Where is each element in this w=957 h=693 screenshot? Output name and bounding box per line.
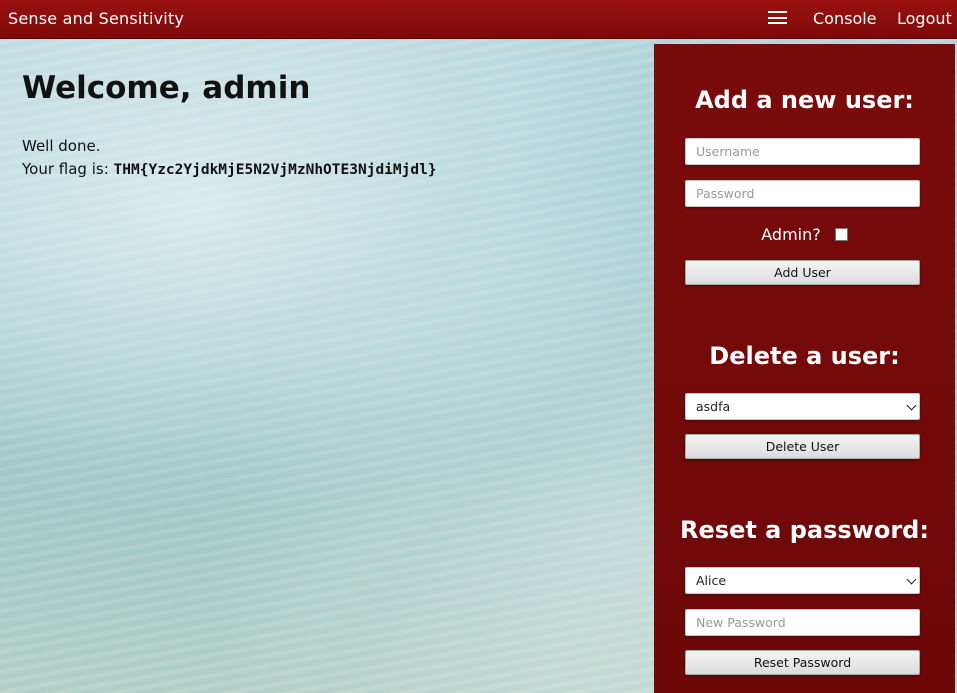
console-link[interactable]: Console (813, 9, 877, 28)
admin-checkbox[interactable] (834, 228, 848, 241)
username-input[interactable]: Username (685, 138, 920, 165)
admin-panel: Add a new user: Username Password Admin?… (654, 44, 955, 693)
top-nav-bar: Sense and Sensitivity Console Logout (0, 0, 957, 39)
reset-user-select[interactable]: Alice (685, 567, 920, 594)
flag-label: Your flag is: (22, 160, 109, 178)
app-brand[interactable]: Sense and Sensitivity (8, 9, 184, 28)
admin-label: Admin? (761, 225, 821, 244)
delete-user-button[interactable]: Delete User (685, 434, 920, 459)
welcome-heading: Welcome, admin (22, 70, 311, 106)
new-password-input[interactable]: New Password (685, 609, 920, 636)
add-user-title: Add a new user: (695, 86, 914, 114)
flag-value: THM{Yzc2YjdkMjE5N2VjMzNhOTE3NjdiMjdl} (113, 162, 437, 178)
flag-line: Your flag is: THM{Yzc2YjdkMjE5N2VjMzNhOT… (22, 160, 437, 178)
success-message: Well done. (22, 137, 101, 155)
delete-user-title: Delete a user: (709, 342, 900, 370)
chevron-down-icon (906, 400, 917, 411)
reset-password-button[interactable]: Reset Password (685, 650, 920, 675)
add-user-button[interactable]: Add User (685, 260, 920, 285)
password-input[interactable]: Password (685, 180, 920, 207)
admin-row: Admin? (654, 224, 955, 244)
delete-user-selected: asdfa (696, 399, 731, 414)
logout-link[interactable]: Logout (897, 9, 952, 28)
chevron-down-icon (906, 574, 917, 585)
reset-user-selected: Alice (696, 573, 727, 588)
reset-password-title: Reset a password: (680, 516, 929, 544)
hamburger-menu-icon[interactable] (768, 11, 787, 27)
delete-user-select[interactable]: asdfa (685, 393, 920, 420)
